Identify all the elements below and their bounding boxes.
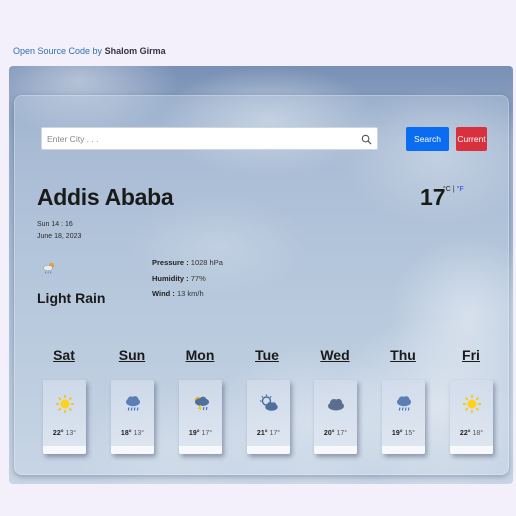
rain-cloud-sun-icon	[43, 262, 55, 274]
forecast-card: 19° 17°	[179, 380, 222, 454]
celsius-toggle[interactable]: °C	[443, 186, 451, 193]
condition-text: Light Rain	[37, 290, 106, 306]
weather-details: Pressure : 1028 hPa Humidity : 77% Wind …	[152, 255, 223, 302]
pressure-row: Pressure : 1028 hPa	[152, 255, 223, 271]
credit-author-link[interactable]: Shalom Girma	[105, 46, 166, 56]
city-name: Addis Ababa	[37, 184, 174, 210]
forecast-high: 22°	[459, 430, 471, 437]
forecast-day-label[interactable]: Tue	[245, 347, 289, 363]
forecast-card: 19° 15°	[382, 380, 425, 454]
forecast-card: 20° 17°	[314, 380, 357, 454]
forecast-temps: 22° 18°	[450, 430, 493, 437]
search-icon[interactable]	[361, 134, 372, 145]
forecast-high: 20°	[323, 430, 335, 437]
forecast-day-label[interactable]: Mon	[178, 347, 222, 363]
unit-separator: |	[452, 186, 455, 193]
sun-cloud-icon	[260, 394, 278, 411]
forecast-high: 21°	[256, 430, 268, 437]
humidity-row: Humidity : 77%	[152, 271, 223, 287]
forecast-high: 18°	[120, 430, 132, 437]
cloud-icon	[328, 398, 344, 411]
forecast-day-label[interactable]: Wed	[313, 347, 357, 363]
forecast-low: 17°	[269, 430, 281, 437]
forecast-temps: 22° 13°	[43, 430, 86, 437]
credit-prefix: Open Source Code by	[13, 46, 103, 56]
forecast-card: 22° 18°	[450, 380, 493, 454]
forecast-low: 13°	[133, 430, 145, 437]
forecast-day-label[interactable]: Sun	[110, 347, 154, 363]
humidity-label: Humidity :	[152, 273, 189, 283]
forecast-low: 17°	[201, 430, 213, 437]
forecast-day-label[interactable]: Sat	[42, 347, 86, 363]
search-button[interactable]: Search	[406, 127, 449, 151]
forecast-high: 19°	[391, 430, 403, 437]
current-temperature: 17	[420, 184, 446, 211]
pressure-label: Pressure :	[152, 258, 189, 267]
current-date: June 18, 2023	[37, 233, 82, 240]
current-time: Sun 14 : 16	[37, 221, 73, 228]
thunder-rain-icon	[194, 396, 209, 412]
forecast-low: 17°	[336, 430, 348, 437]
forecast-card: 18° 13°	[111, 380, 154, 454]
forecast-day-label[interactable]: Thu	[381, 347, 425, 363]
forecast-low: 15°	[404, 430, 416, 437]
forecast-high: 22°	[52, 430, 64, 437]
forecast-temps: 18° 13°	[111, 430, 154, 437]
wind-value: 13 km/h	[176, 289, 204, 298]
wind-label: Wind :	[152, 289, 175, 298]
humidity-value: 77%	[190, 273, 206, 283]
forecast-card: 22° 13°	[43, 380, 86, 454]
forecast-temps: 19° 15°	[382, 430, 425, 437]
forecast-temps: 21° 17°	[247, 430, 290, 437]
forecast-low: 13°	[65, 430, 77, 437]
pressure-value: 1028 hPa	[190, 258, 223, 267]
forecast-card: 21° 17°	[247, 380, 290, 454]
rain-cloud-icon	[397, 396, 411, 411]
sun-icon	[56, 395, 74, 413]
search-field[interactable]	[41, 127, 378, 150]
forecast-temps: 20° 17°	[314, 430, 357, 437]
sun-icon	[463, 395, 481, 413]
rain-cloud-icon	[126, 396, 140, 411]
forecast-low: 18°	[472, 430, 484, 437]
fahrenheit-toggle[interactable]: °F	[457, 186, 464, 193]
city-search-input[interactable]	[42, 128, 342, 149]
temperature-value: 17	[420, 184, 446, 210]
current-location-button[interactable]: Current	[456, 127, 487, 151]
forecast-day-label[interactable]: Fri	[449, 347, 493, 363]
wind-row: Wind : 13 km/h	[152, 286, 223, 302]
unit-toggle: °C | °F	[443, 186, 464, 193]
credit-line: Open Source Code by Shalom Girma	[13, 46, 166, 56]
forecast-high: 19°	[188, 430, 200, 437]
forecast-temps: 19° 17°	[179, 430, 222, 437]
date-time: Sun 14 : 16 June 18, 2023	[37, 219, 81, 243]
